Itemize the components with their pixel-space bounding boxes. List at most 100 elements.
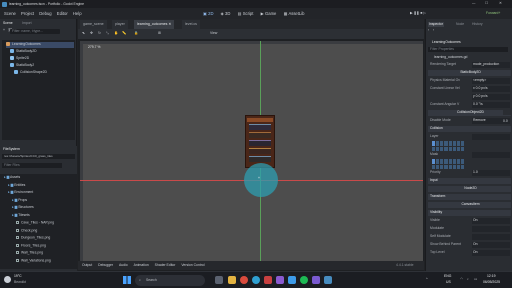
tab-history[interactable]: History	[472, 22, 483, 26]
inspector-section[interactable]: Transform	[428, 194, 511, 200]
tab-import[interactable]: Import	[22, 21, 32, 25]
renderer-label[interactable]: Forward+	[486, 11, 500, 15]
tab-player[interactable]: player	[112, 20, 128, 29]
ruler-tool-icon[interactable]: 📏	[122, 31, 126, 35]
layer-bit[interactable]	[440, 164, 444, 169]
layer-bit[interactable]	[460, 141, 464, 146]
pause-icon[interactable]: ❚❚	[414, 11, 420, 15]
property-value[interactable]: On	[472, 242, 510, 248]
add-node-icon[interactable]: +	[3, 28, 5, 32]
rotate-tool-icon[interactable]: ↻	[98, 31, 101, 35]
tab-learning-outcomes[interactable]: learning_outcomes ✕	[134, 20, 175, 29]
inspector-section[interactable]: Node2D	[428, 186, 511, 192]
lang-region[interactable]: US	[446, 280, 451, 284]
scene-node[interactable]: CollisionShape2D	[6, 70, 74, 76]
property-value[interactable]: 1.0	[472, 170, 510, 176]
bookshelf-sprite[interactable]	[245, 115, 275, 168]
tab-shader-editor[interactable]: Shader Editor	[155, 263, 176, 267]
layer-bit[interactable]	[436, 159, 440, 164]
app-icon-4[interactable]	[312, 276, 320, 284]
inspector-section[interactable]: StaticBody2D	[428, 70, 511, 76]
layer-bit[interactable]	[440, 141, 444, 146]
property-value[interactable]: 0.0 °/s	[472, 102, 510, 108]
tab-debugger[interactable]: Debugger	[98, 263, 113, 267]
windows-start-icon[interactable]	[123, 276, 131, 284]
move-tool-icon[interactable]: ✥	[90, 31, 93, 35]
taskview-icon[interactable]	[215, 276, 223, 284]
menu-debug[interactable]: Debug	[39, 11, 51, 16]
layer-bit[interactable]	[452, 164, 456, 169]
mode-script[interactable]: ▤ Script	[238, 11, 254, 16]
scale-tool-icon[interactable]: ⤡	[106, 31, 109, 35]
scene-node[interactable]: Sprite2D	[6, 56, 74, 62]
menu-scene[interactable]: Scene	[4, 11, 16, 16]
filesystem-item[interactable]: Dungeon_Tiles.png	[4, 236, 74, 242]
layer-grid[interactable]	[432, 159, 464, 169]
layer-bit[interactable]	[452, 141, 456, 146]
volume-icon[interactable]: ♪	[467, 277, 469, 281]
layer-bit[interactable]	[432, 159, 436, 164]
wifi-icon[interactable]: ◠	[460, 277, 463, 281]
spotify-icon[interactable]	[300, 276, 308, 284]
tab-node[interactable]: Node	[456, 22, 464, 26]
tab-inspector[interactable]: Inspector	[428, 22, 444, 28]
layer-bit[interactable]	[448, 164, 452, 169]
inspector-section[interactable]: Input	[428, 178, 511, 184]
inspector-section[interactable]: CollisionObject2D	[428, 110, 511, 116]
app-icon-1[interactable]	[264, 276, 272, 284]
layer-bit[interactable]	[456, 141, 460, 146]
battery-icon[interactable]: ▭	[474, 277, 477, 281]
menu-editor[interactable]: Editor	[57, 11, 68, 16]
layer-bit[interactable]	[432, 164, 436, 169]
weather-icon[interactable]	[4, 276, 11, 283]
layer-bit[interactable]	[452, 146, 456, 151]
chrome-icon[interactable]	[240, 276, 248, 284]
app-icon-2[interactable]	[276, 276, 284, 284]
layer-grid[interactable]	[432, 141, 464, 151]
scene-node[interactable]: StaticBody2	[6, 63, 74, 69]
play-scene-icon[interactable]: ▷	[423, 11, 426, 15]
property-value[interactable]: x 0.0 px/s	[472, 86, 510, 92]
property-value[interactable]: y 0.0 px/s	[472, 94, 510, 100]
filesystem-item[interactable]: ▸ ▆ Props	[4, 198, 74, 205]
mode-assetlib[interactable]: ▦ AssetLib	[284, 11, 305, 16]
mode-3d[interactable]: ◈ 3D	[221, 11, 231, 16]
layer-bit[interactable]	[440, 159, 444, 164]
maximize-button[interactable]: ☐	[485, 1, 488, 5]
inspector-section[interactable]: Collision	[428, 126, 511, 132]
inspector-section[interactable]: Visibility	[428, 210, 511, 216]
forward-icon[interactable]: ›	[433, 28, 434, 32]
layer-bit[interactable]	[460, 164, 464, 169]
layer-bit[interactable]	[436, 146, 440, 151]
play-icon[interactable]: ▶	[410, 11, 413, 15]
property-value[interactable]	[472, 234, 510, 240]
edge-icon[interactable]	[252, 276, 260, 284]
clock-date[interactable]: 06/05/2025	[483, 280, 500, 284]
mode-game[interactable]: ▶ Game	[261, 11, 277, 16]
layer-bit[interactable]	[432, 146, 436, 151]
filesystem-item[interactable]: Floors_Tiles.png	[4, 243, 74, 250]
filesystem-item[interactable]: ▸ ▆ Tilesets	[4, 213, 74, 220]
layer-bit[interactable]	[440, 146, 444, 151]
tab-output[interactable]: Output	[82, 263, 92, 267]
layer-bit[interactable]	[452, 159, 456, 164]
layer-bit[interactable]	[456, 146, 460, 151]
canvas-viewport[interactable]: 279.7 % +	[80, 41, 423, 261]
stop-icon[interactable]: ■	[420, 11, 422, 15]
inspector-section[interactable]: CanvasItem	[428, 202, 511, 208]
taskbar-search[interactable]: ⌕ Search	[135, 275, 205, 286]
tab-level[interactable]: level.cs	[182, 20, 200, 29]
layer-bit[interactable]	[460, 146, 464, 151]
filesystem-item[interactable]: ▸ ▆ Entities	[4, 183, 74, 190]
scene-node[interactable]: StaticBody2D	[6, 49, 74, 55]
layer-bit[interactable]	[436, 141, 440, 146]
grid-snap-icon[interactable]: ⊞	[158, 31, 161, 35]
layer-bit[interactable]	[444, 146, 448, 151]
layer-bit[interactable]	[448, 146, 452, 151]
layer-bit[interactable]	[436, 164, 440, 169]
lang-label[interactable]: ENG	[444, 274, 451, 278]
scene-filter-input[interactable]: Filter: name, t:type...	[10, 29, 60, 34]
layer-bit[interactable]	[448, 141, 452, 146]
layer-bit[interactable]	[456, 164, 460, 169]
clock-time[interactable]: 12:19	[487, 274, 496, 278]
